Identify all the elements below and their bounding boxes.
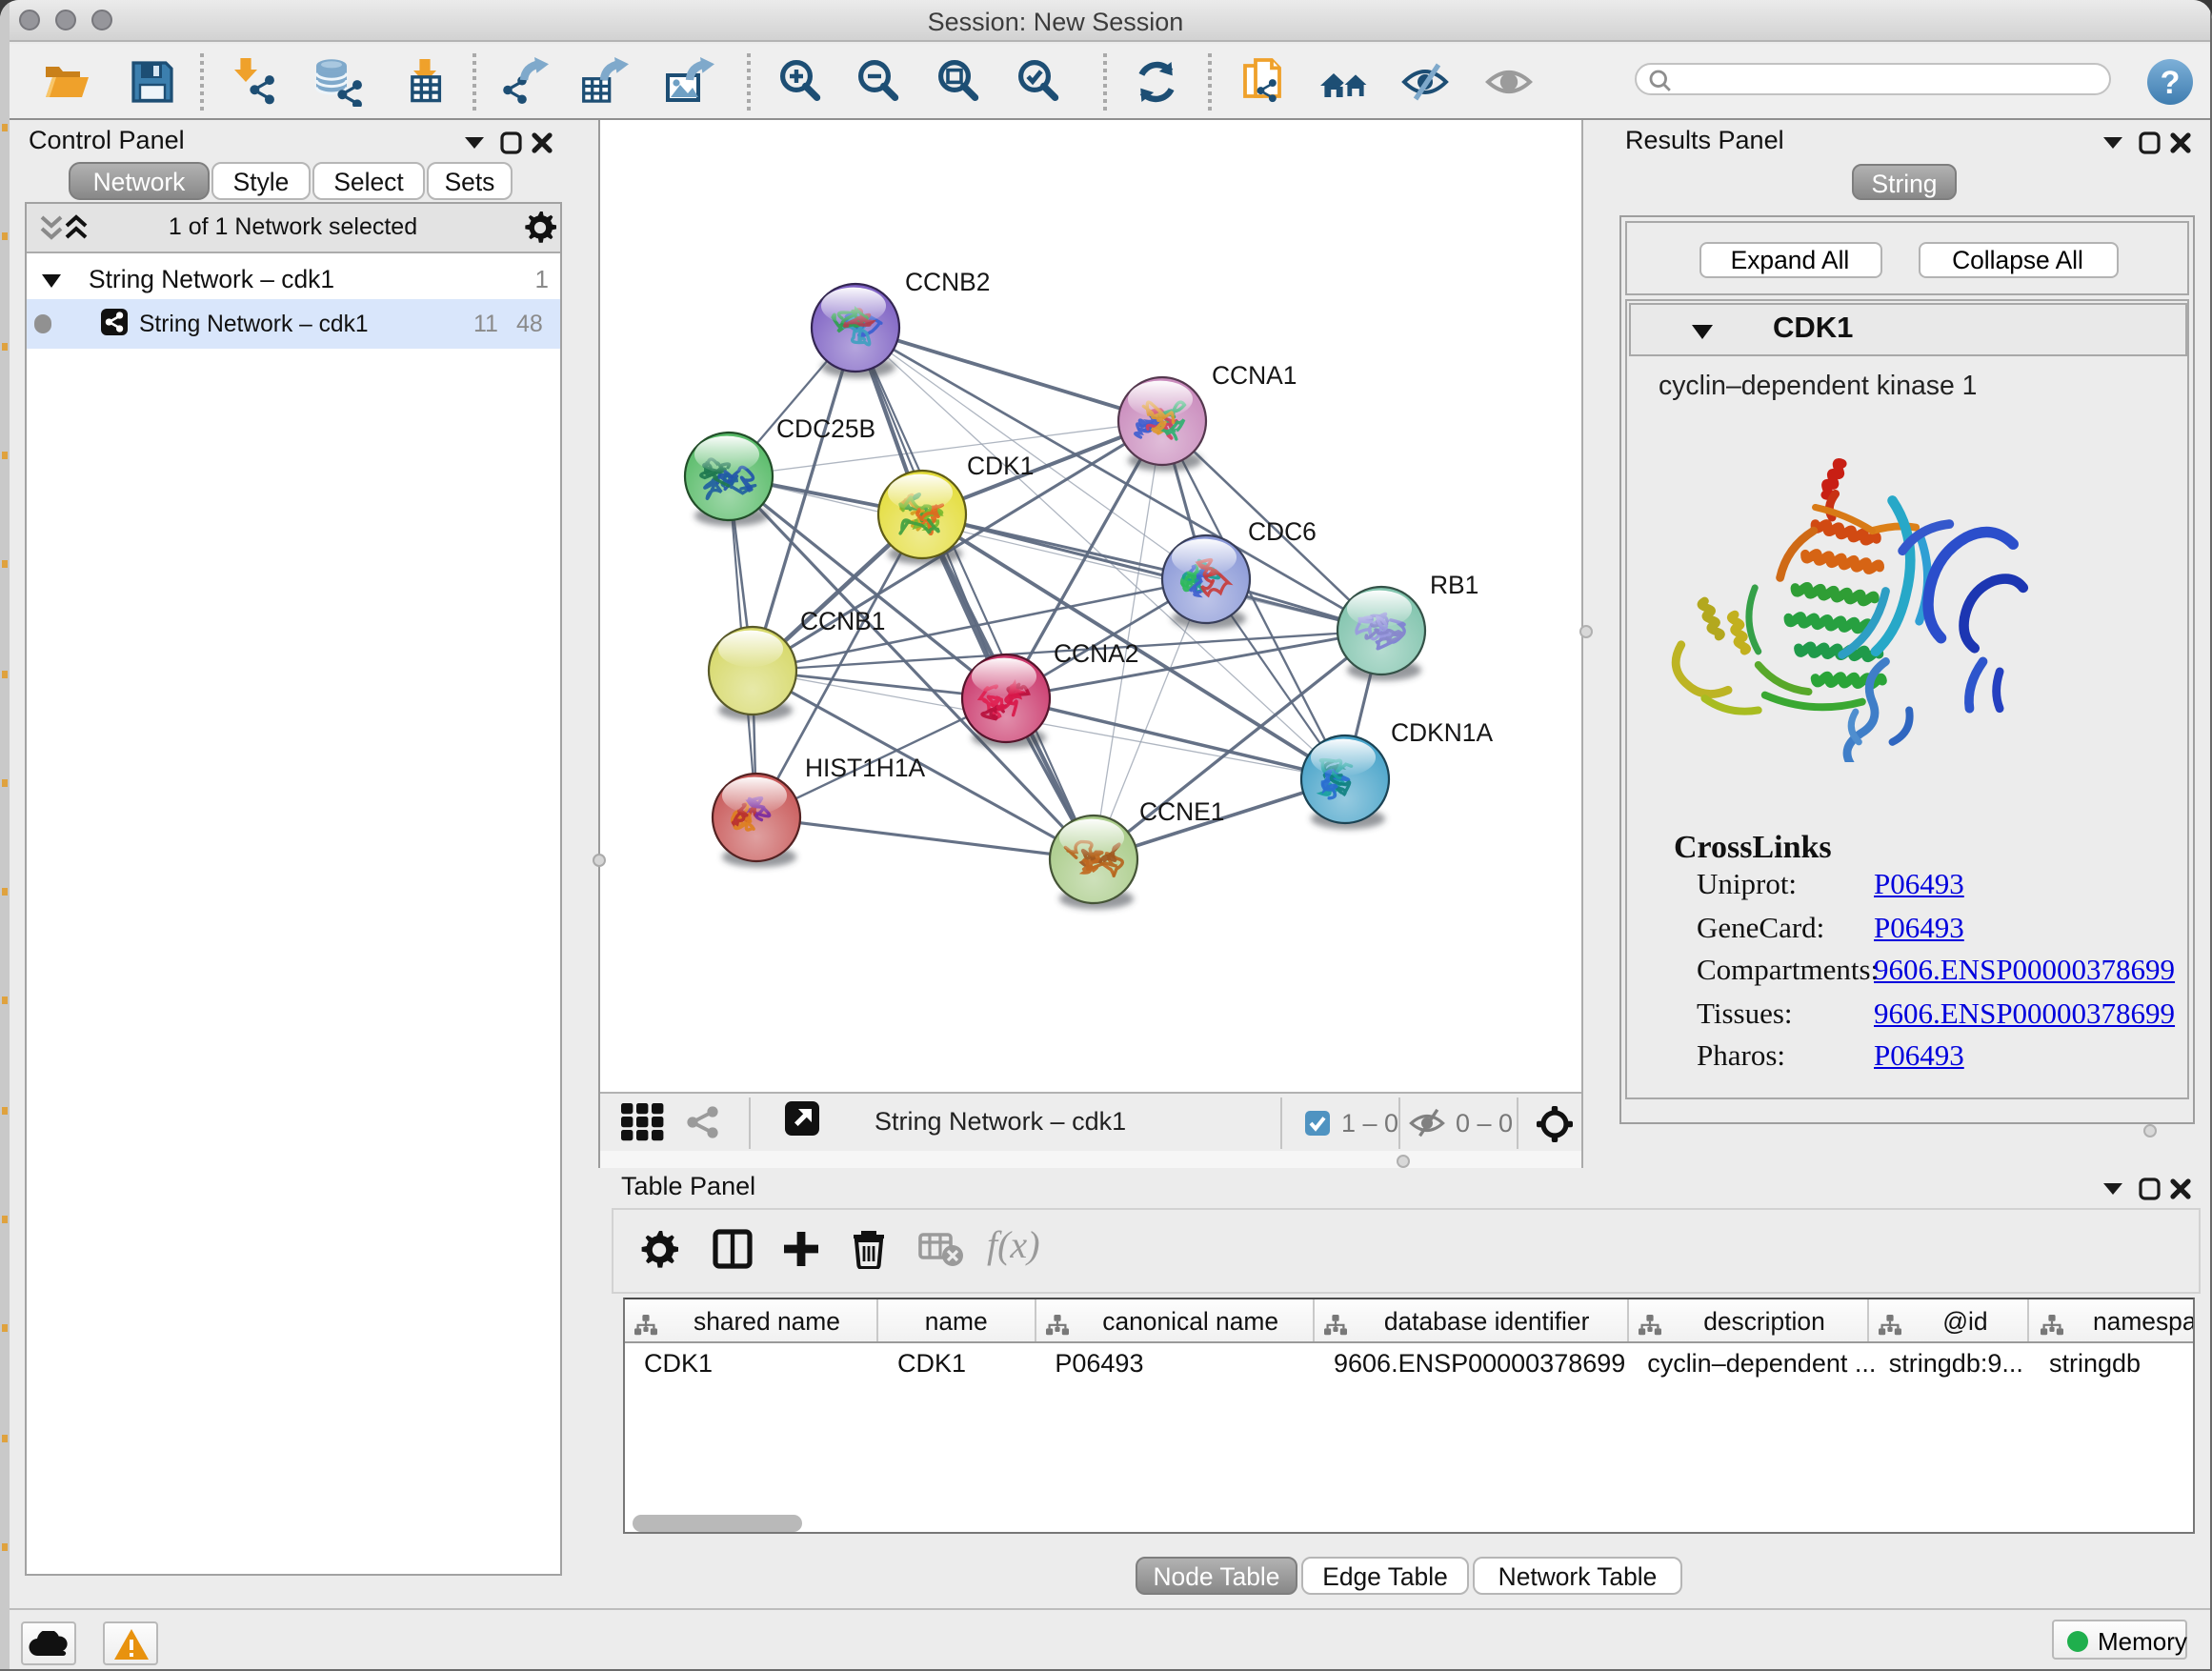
- svg-text:?: ?: [2161, 65, 2181, 101]
- svg-text:CCNE1: CCNE1: [1139, 797, 1224, 826]
- svg-text:CDC25B: CDC25B: [776, 414, 875, 443]
- svg-text:CDK1: CDK1: [967, 452, 1034, 480]
- svg-text:CCNB2: CCNB2: [905, 268, 990, 296]
- svg-text:CCNB1: CCNB1: [800, 607, 885, 635]
- svg-text:CDC6: CDC6: [1248, 517, 1317, 546]
- svg-text:CDKN1A: CDKN1A: [1391, 718, 1493, 747]
- svg-text:CCNA2: CCNA2: [1054, 639, 1138, 668]
- svg-text:HIST1H1A: HIST1H1A: [805, 754, 926, 782]
- svg-text:RB1: RB1: [1430, 571, 1478, 599]
- svg-text:CCNA1: CCNA1: [1212, 361, 1297, 390]
